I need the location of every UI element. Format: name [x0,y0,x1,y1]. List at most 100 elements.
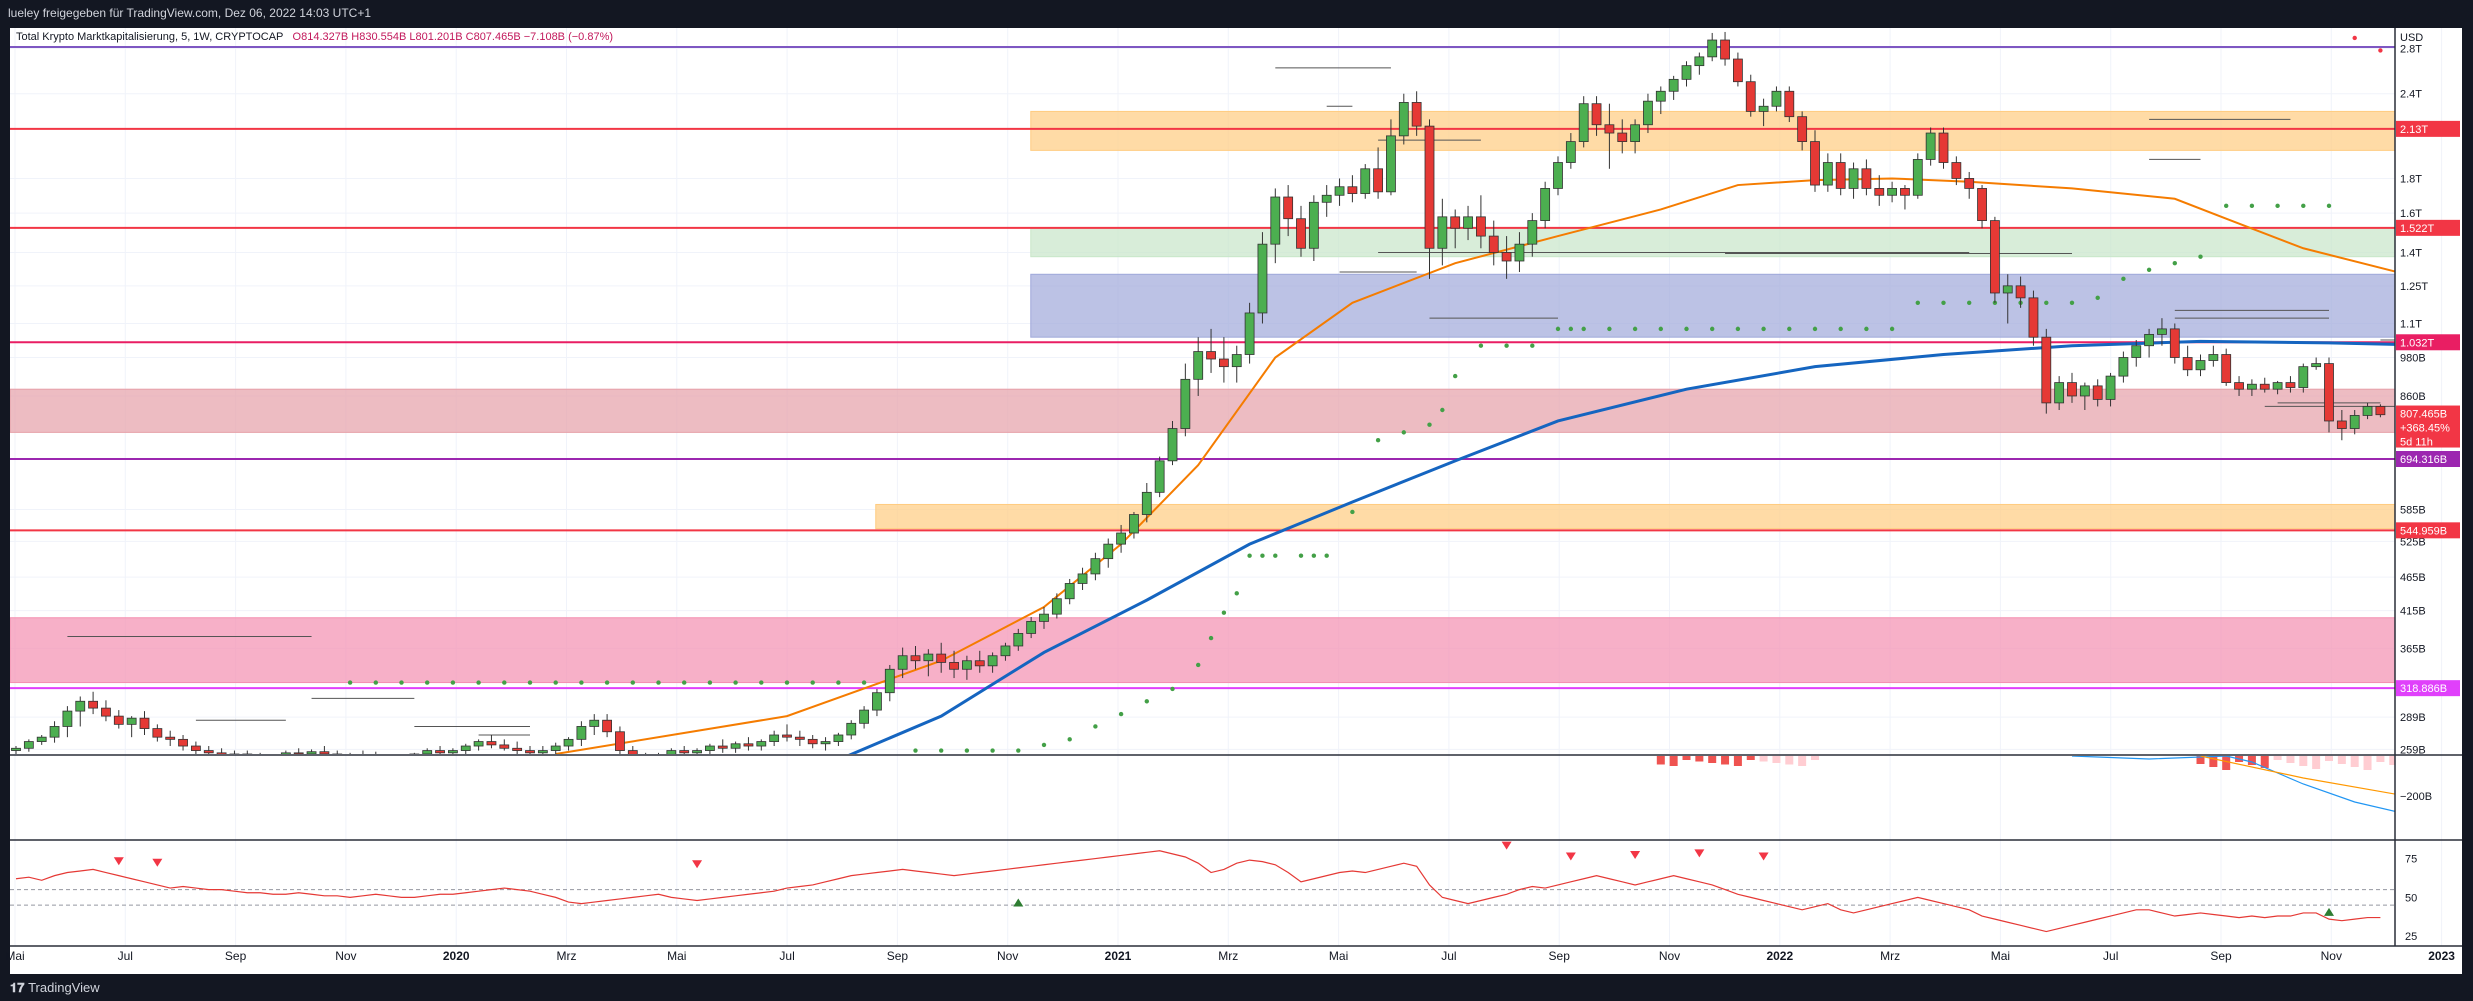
macd-panel [1656,756,2436,813]
macd-histogram-bar [2299,756,2308,766]
panel-separators [10,28,2462,947]
psar-dot [913,748,918,753]
psar-dot [2121,276,2126,282]
candle-up [2131,345,2142,358]
psar-dot [347,680,353,685]
candle-up [576,726,587,740]
psar-dot [733,680,738,685]
psar-dot [2069,300,2075,306]
psar-dot [527,680,533,685]
macd-histogram-bar [2286,756,2295,763]
psar-dot [476,680,481,685]
y-tick-label: 1.4T [2400,247,2422,259]
time-axis[interactable]: Mai Jul Sep Nov 2020 Mrz Mai Jul Sep Nov 2021 Mrz Ma… [5,949,2455,963]
candle-up [1244,312,1255,355]
candle-up [2002,285,2013,294]
macd-histogram-bar [1682,756,1691,760]
y-tick-label: 465B [2400,572,2426,584]
candle-up [1180,378,1191,429]
macd-histogram-bar [1695,756,1704,762]
psar-dot [1787,326,1792,332]
y-tick-label: 1.8T [2400,173,2422,185]
y-tick-label: 259B [2400,744,2426,756]
candle-up [1013,633,1024,647]
x-tick-label: Nov [997,949,1018,963]
psar-dot [1260,553,1265,558]
psar-dot [1889,326,1895,332]
candle-down [1488,235,1499,253]
psar-dot [1208,635,1214,641]
rsi-line [15,850,2381,933]
psar-dot [1967,300,1972,306]
macd-histogram-bar [1708,756,1717,763]
x-tick-label: Mai [1329,949,1348,963]
macd-histogram-bar [2389,756,2395,765]
price-axis[interactable]: USD2.8T 2.4T 1.8T 1.6T 1.4T 1.25T 1.1T 980B 860B… [2400,32,2432,943]
pink-zone [10,388,2395,433]
candle-up [473,741,484,747]
candle-up [1925,132,1936,160]
psar-dot [399,680,404,685]
ohlc-values: O814.327B H830.554B L801.201B C807.465B … [292,31,614,43]
candle-up [1334,186,1345,196]
candle-up [1154,460,1165,493]
psar-dot [2095,295,2100,301]
candle-up [1758,105,1769,112]
candle-down [1373,168,1383,193]
candle-up [1681,65,1692,80]
macd-histogram-bar [2428,756,2436,763]
psar-dot [2044,300,2049,306]
candle-down [2015,285,2026,299]
symbol-name: Total Krypto Marktkapitalisierung, 5, 1W… [16,31,284,43]
x-tick-label: Mai [1991,949,2010,963]
candle-up [2208,354,2219,361]
x-tick-label: Sep [2210,949,2232,963]
candle-up [1231,354,1242,368]
candle-up [2298,366,2309,388]
psar-dot [1632,326,1638,332]
candle-down [1604,124,1615,134]
candle-down [807,738,818,745]
psar-dot [1196,662,1201,668]
candle-down [1591,103,1602,126]
psar-dot [1375,438,1381,443]
candle-up [1630,124,1640,142]
footer-bar: 𝟏𝟕 TradingView [0,974,2473,1001]
chart-svg[interactable]: USD2.8T 2.4T 1.8T 1.6T 1.4T 1.25T 1.1T 980B 860B… [0,0,2473,1001]
psar-dot [1427,422,1432,427]
candle-down [2324,363,2334,422]
candle-up [1257,243,1268,314]
last-price-text: 5d 11h [2400,437,2433,449]
macd-histogram-bar [1772,756,1781,763]
psar-dot [425,680,430,685]
psar-dot [1838,326,1843,332]
candle-up [962,660,972,670]
candle-up [1386,135,1396,193]
candle-down [2336,420,2347,429]
candle-up [537,750,548,754]
psar-dot [1440,407,1445,413]
symbol-legend[interactable]: Total Krypto Marktkapitalisierung, 5, 1W… [16,31,613,43]
candle-up [2054,382,2065,404]
candle-down [602,719,612,733]
candle-up [846,722,857,736]
candle-up [884,668,895,694]
candle-up [1116,532,1126,545]
candle-down [525,750,535,754]
rsi-buy-marker [1013,898,1024,907]
candle-down [486,741,497,746]
candle-down [949,662,959,670]
rsi-sell-marker [1758,852,1769,861]
candle-up [897,655,908,670]
tradingview-logo[interactable]: 𝟏𝟕 [0,980,28,995]
candle-down [1733,58,1743,83]
signal-line [2200,756,2395,795]
candle-down [101,707,111,717]
level-price-text: 1.522T [2400,223,2435,235]
psar-dot [579,680,584,685]
candle-down [1784,90,1795,118]
macd-histogram-bar [2337,756,2346,764]
macd-histogram-bar [2312,756,2321,769]
macd-tick-label: −200B [2400,791,2432,803]
psar-dot [1067,737,1072,742]
